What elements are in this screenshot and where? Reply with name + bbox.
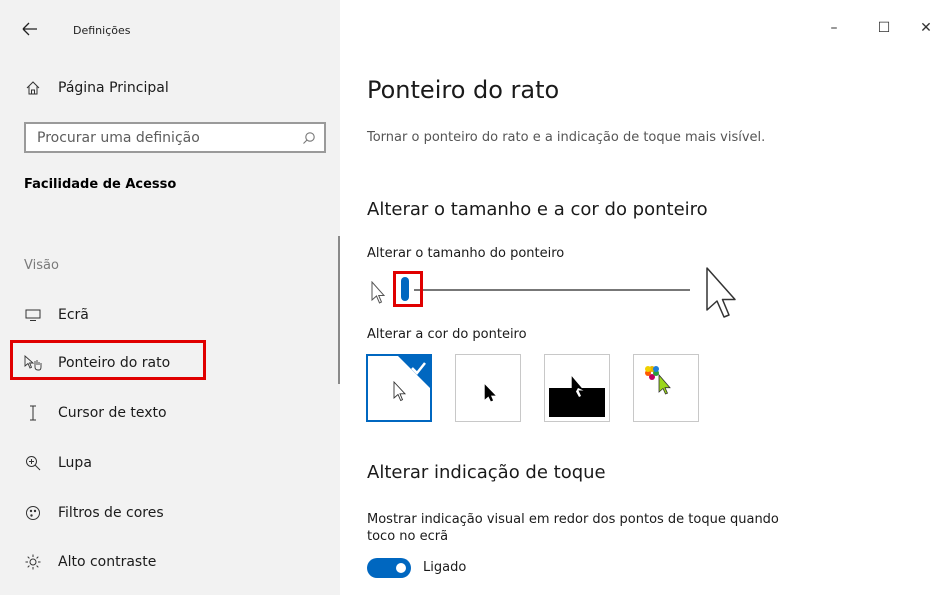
check-icon <box>368 356 369 357</box>
sidebar-item-display[interactable]: Ecrã <box>0 298 340 332</box>
page-description: Tornar o ponteiro do rato e a indicação … <box>367 130 766 145</box>
page-title: Ponteiro do rato <box>367 76 560 104</box>
pointer-size-slider-track[interactable] <box>414 289 690 291</box>
touch-heading: Alterar indicação de toque <box>367 462 606 483</box>
minimize-button[interactable]: – <box>822 18 846 38</box>
group-label: Visão <box>24 258 59 273</box>
size-color-heading: Alterar o tamanho e a cor do ponteiro <box>367 199 708 220</box>
sidebar-item-label: Página Principal <box>58 80 169 96</box>
touch-indicator-toggle[interactable] <box>367 558 411 578</box>
home-icon <box>24 79 42 97</box>
sidebar-item-text-cursor[interactable]: Cursor de texto <box>0 396 340 430</box>
sidebar-item-color-filters[interactable]: Filtros de cores <box>0 496 340 530</box>
text-cursor-icon <box>24 404 42 422</box>
pointer-color-black-option[interactable] <box>455 354 521 422</box>
sidebar-item-label: Ecrã <box>58 307 89 323</box>
toggle-state-label: Ligado <box>423 560 467 575</box>
pointer-color-inverted-option[interactable] <box>544 354 610 422</box>
color-label: Alterar a cor do ponteiro <box>367 327 527 342</box>
sidebar-item-high-contrast[interactable]: Alto contraste <box>0 545 340 579</box>
maximize-button[interactable]: ☐ <box>872 18 896 38</box>
large-pointer-icon <box>704 266 744 324</box>
close-button[interactable]: ✕ <box>914 18 938 38</box>
sidebar-item-home[interactable]: Página Principal <box>0 71 340 105</box>
color-filter-icon <box>24 504 42 522</box>
monitor-icon <box>24 306 42 324</box>
sidebar: Definições Página Principal Procurar uma… <box>0 0 340 595</box>
sidebar-item-label: Cursor de texto <box>58 405 167 421</box>
highlight-box-slider <box>393 271 423 307</box>
brightness-icon <box>24 553 42 571</box>
small-pointer-icon <box>370 280 386 309</box>
pointer-color-white-option[interactable] <box>366 354 432 422</box>
size-label: Alterar o tamanho do ponteiro <box>367 246 565 261</box>
section-title: Facilidade de Acesso <box>24 177 177 192</box>
touch-description-line1: Mostrar indicação visual em redor dos po… <box>367 512 779 527</box>
search-placeholder: Procurar uma definição <box>37 130 200 146</box>
search-icon[interactable] <box>302 130 316 149</box>
back-arrow-icon[interactable] <box>22 22 38 39</box>
highlight-box-sidebar <box>10 340 206 380</box>
toggle-knob <box>396 563 406 573</box>
pointer-color-custom-option[interactable] <box>633 354 699 422</box>
search-input[interactable]: Procurar uma definição <box>24 122 326 153</box>
sidebar-item-label: Lupa <box>58 455 92 471</box>
sidebar-item-label: Filtros de cores <box>58 505 164 521</box>
sidebar-item-magnifier[interactable]: Lupa <box>0 446 340 480</box>
magnifier-icon <box>24 454 42 472</box>
window-title: Definições <box>73 24 131 37</box>
sidebar-item-label: Alto contraste <box>58 554 157 570</box>
touch-description-line2: toco no ecrã <box>367 529 449 544</box>
